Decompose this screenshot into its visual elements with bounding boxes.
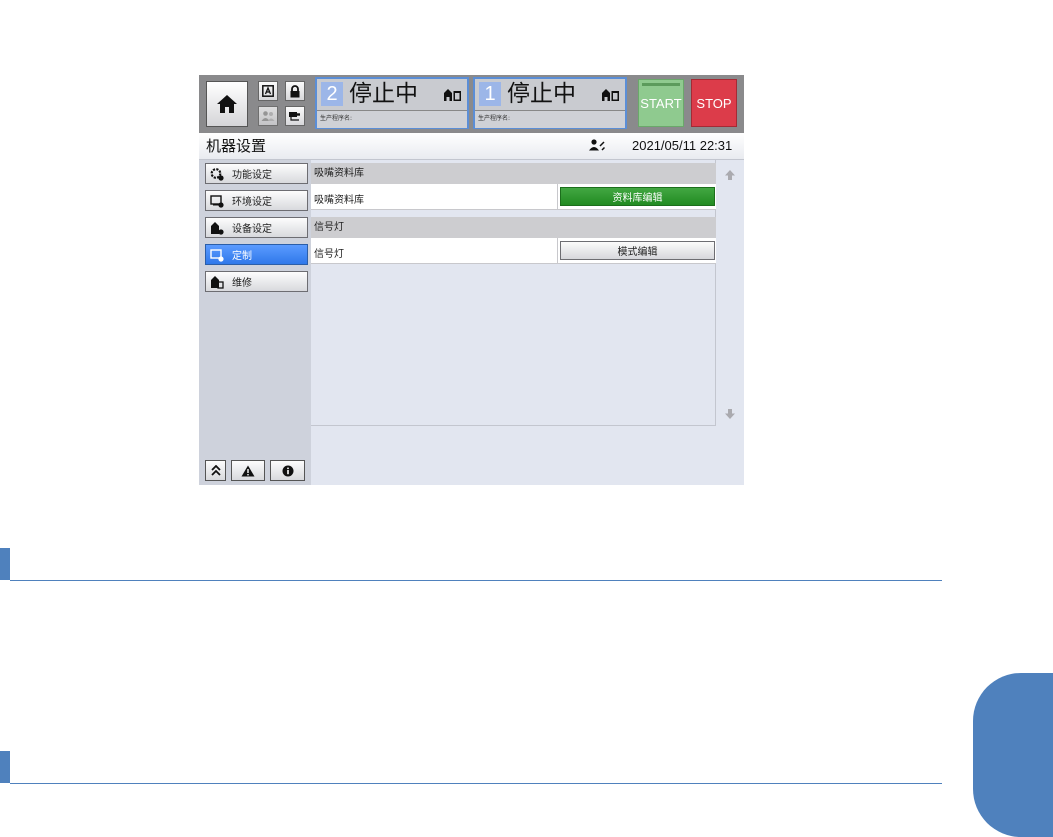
program-name-label: 生产程序名: [478, 115, 511, 122]
title-bar: 机器设置 2021/05/11 22:31 [199, 133, 744, 160]
machine-number: 1 [479, 82, 501, 106]
sidebar-item-function-settings[interactable]: 功能设定 [205, 163, 308, 184]
mode-edit-button[interactable]: 模式编辑 [560, 241, 715, 260]
bottom-panel [311, 426, 744, 485]
top-toolbar: 2 停止中 生产程序名: 1 停止中 生产程序名: START STOP [199, 75, 744, 133]
machine-number: 2 [321, 82, 343, 106]
settings-content: 吸嘴资料库 吸嘴资料库 资料库编辑 信号灯 信号灯 模式编辑 [311, 160, 716, 426]
sidebar-item-label: 环境设定 [232, 197, 272, 208]
custom-icon [210, 248, 224, 262]
library-edit-button[interactable]: 资料库编辑 [560, 187, 715, 206]
machine-program-icon [444, 89, 461, 101]
settings-row-nozzle-library: 吸嘴资料库 资料库编辑 [311, 184, 716, 210]
machine-program-icon [602, 89, 619, 101]
row-label: 吸嘴资料库 [314, 195, 364, 206]
settings-row-signal-light: 信号灯 模式编辑 [311, 238, 716, 264]
lock-button[interactable] [285, 81, 305, 101]
environment-icon [210, 194, 224, 208]
sidebar-item-custom[interactable]: 定制 [205, 244, 308, 265]
scroll-up-arrow-icon[interactable] [724, 169, 736, 181]
stop-button[interactable]: STOP [691, 79, 737, 127]
usb-icon [289, 112, 300, 121]
function-icon [210, 167, 224, 181]
hmi-window: 2 停止中 生产程序名: 1 停止中 生产程序名: START STOP 机器设… [199, 75, 744, 485]
sidebar-item-label: 功能设定 [232, 170, 272, 181]
program-name-label: 生产程序名: [320, 115, 353, 122]
vertical-scrollbar[interactable] [716, 160, 744, 426]
a-box-icon [262, 85, 274, 97]
lock-icon [290, 84, 300, 97]
info-icon [282, 465, 293, 476]
machine-status: 停止中 [507, 81, 576, 107]
row-label: 信号灯 [314, 249, 344, 260]
info-button[interactable] [270, 460, 305, 481]
machine-panel-2[interactable]: 2 停止中 生产程序名: [315, 77, 469, 129]
row-divider [557, 184, 558, 210]
home-icon [217, 95, 237, 113]
section-marker-bar [0, 751, 10, 783]
usb-button[interactable] [285, 106, 305, 126]
sidebar-item-label: 维修 [232, 278, 252, 289]
sidebar-item-environment-settings[interactable]: 环境设定 [205, 190, 308, 211]
sidebar-item-label: 设备设定 [232, 224, 272, 235]
section-header-signal-light: 信号灯 [311, 217, 716, 238]
chapter-tab [973, 673, 1053, 837]
start-button[interactable]: START [638, 79, 684, 127]
maintenance-icon [210, 275, 224, 289]
section-rule [10, 783, 942, 784]
collapse-button[interactable] [205, 460, 226, 481]
sidebar: 功能设定 环境设定 设备设定 定制 维修 [199, 160, 311, 485]
machine-status: 停止中 [349, 81, 418, 107]
scroll-down-arrow-icon[interactable] [724, 408, 736, 420]
alarm-button[interactable] [231, 460, 265, 481]
section-header-nozzle-library: 吸嘴资料库 [311, 163, 716, 184]
operator-user-icon [589, 139, 605, 151]
display-mode-button[interactable] [258, 81, 278, 101]
page-title: 机器设置 [206, 137, 267, 155]
users-icon [261, 111, 275, 121]
datetime-display: 2021/05/11 22:31 [632, 138, 733, 153]
program-name-field: 生产程序名: [317, 110, 467, 128]
users-button[interactable] [258, 106, 278, 126]
sidebar-item-device-settings[interactable]: 设备设定 [205, 217, 308, 238]
section-rule [10, 580, 942, 581]
double-chevron-up-icon [210, 465, 221, 476]
program-name-field: 生产程序名: [475, 110, 625, 128]
machine-panel-1[interactable]: 1 停止中 生产程序名: [473, 77, 627, 129]
row-divider [557, 238, 558, 264]
home-button[interactable] [206, 81, 248, 127]
device-icon [210, 221, 224, 235]
section-marker-bar [0, 548, 10, 580]
sidebar-item-label: 定制 [232, 251, 252, 262]
sidebar-item-maintenance[interactable]: 维修 [205, 271, 308, 292]
warning-icon [241, 465, 255, 476]
